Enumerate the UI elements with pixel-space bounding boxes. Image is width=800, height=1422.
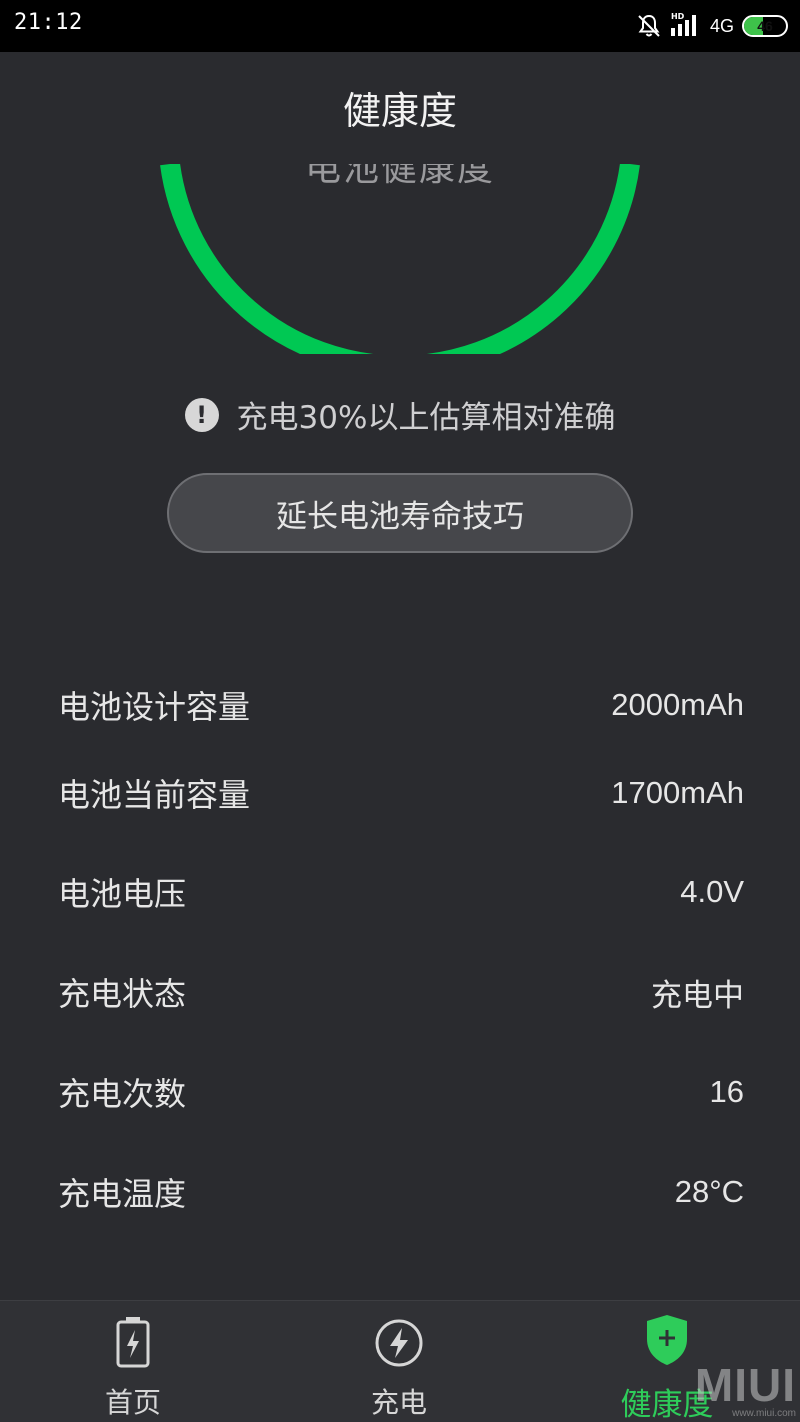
health-ring-arc xyxy=(160,164,640,354)
status-indicators: HD 4G 46 xyxy=(636,10,788,42)
info-label: 电池当前容量 xyxy=(58,776,251,814)
watermark-brand: MIUI xyxy=(694,1359,796,1411)
nav-label: 充电 xyxy=(370,1386,427,1419)
info-label: 电池电压 xyxy=(58,875,187,913)
shield-plus-icon xyxy=(647,1315,687,1365)
nav-label: 首页 xyxy=(104,1386,161,1419)
bell-muted-icon xyxy=(638,14,660,37)
info-row-current-capacity: 电池当前容量 1700mAh xyxy=(58,743,744,843)
nav-item-charging[interactable]: 充电 xyxy=(266,1301,532,1422)
info-value: 28°C xyxy=(674,1174,744,1209)
notice-text: 充电30%以上估算相对准确 xyxy=(236,400,616,436)
info-label: 充电温度 xyxy=(58,1175,187,1213)
battery-level: 46 xyxy=(757,18,773,34)
info-value: 充电中 xyxy=(651,977,744,1014)
info-row-charge-state: 充电状态 充电中 xyxy=(58,942,744,1042)
info-label: 电池设计容量 xyxy=(58,688,251,726)
info-value: 16 xyxy=(709,1074,744,1109)
battery-health-screen: 21:12 HD 4G 46 健康度 电池健康度 ! 充电30%以上估算相对准确… xyxy=(0,0,800,1422)
nav-item-home[interactable]: 首页 xyxy=(0,1301,266,1422)
battery-life-tips-button[interactable]: 延长电池寿命技巧 xyxy=(167,473,633,553)
accuracy-notice: ! 充电30%以上估算相对准确 xyxy=(0,392,800,437)
network-type: 4G xyxy=(709,15,734,36)
lightning-icon xyxy=(375,1319,423,1367)
info-value: 2000mAh xyxy=(611,687,744,722)
miui-watermark: MIUI www.miui.com xyxy=(695,1362,796,1420)
exclamation-icon: ! xyxy=(184,397,219,432)
health-ring xyxy=(0,164,800,354)
info-row-voltage: 电池电压 4.0V xyxy=(58,842,744,942)
status-time: 21:12 xyxy=(14,10,83,35)
status-bar: 21:12 HD 4G 46 xyxy=(0,0,800,52)
battery-status-icon: 46 xyxy=(742,15,788,37)
signal-strength-icon: HD xyxy=(670,12,702,40)
battery-icon xyxy=(116,1317,150,1368)
page-title: 健康度 xyxy=(342,89,457,133)
info-row-charge-temperature: 充电温度 28°C xyxy=(58,1142,744,1242)
info-label: 充电状态 xyxy=(58,975,187,1013)
info-label: 充电次数 xyxy=(58,1075,187,1113)
info-value: 4.0V xyxy=(680,874,744,909)
bottom-nav: 首页 充电 健康度 xyxy=(0,1300,800,1422)
info-row-charge-count: 充电次数 16 xyxy=(58,1042,744,1142)
info-value: 1700mAh xyxy=(611,775,744,810)
info-row-design-capacity: 电池设计容量 2000mAh xyxy=(58,655,744,755)
